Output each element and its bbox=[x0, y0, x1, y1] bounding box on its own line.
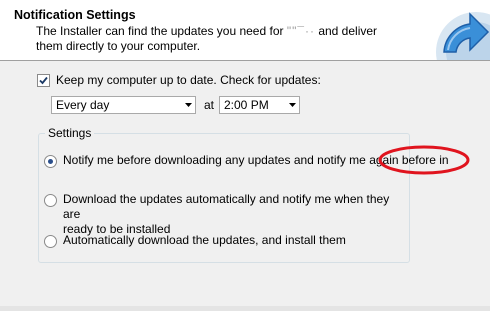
redacted-product-name: ""¯·· bbox=[286, 24, 315, 38]
notify-radio[interactable] bbox=[44, 155, 57, 168]
download-auto-radio[interactable] bbox=[44, 194, 57, 207]
page-title: Notification Settings bbox=[14, 8, 136, 22]
checkmark-icon bbox=[39, 76, 48, 84]
chevron-down-icon bbox=[285, 103, 299, 107]
keep-updated-row: Keep my computer up to date. Check for u… bbox=[37, 72, 321, 88]
header-description: The Installer can find the updates you n… bbox=[36, 24, 416, 54]
bottom-edge bbox=[0, 306, 490, 311]
red-annotation-ellipse bbox=[378, 145, 470, 175]
settings-group-title: Settings bbox=[45, 126, 95, 140]
time-dropdown[interactable]: 2:00 PM bbox=[219, 96, 300, 114]
keep-updated-label: Keep my computer up to date. Check for u… bbox=[56, 73, 321, 87]
chevron-down-icon bbox=[181, 103, 195, 107]
at-label: at bbox=[204, 98, 215, 112]
description-line2: them directly to your computer. bbox=[36, 39, 201, 53]
frequency-dropdown[interactable]: Every day bbox=[51, 96, 196, 114]
option-auto-install[interactable]: Automatically download the updates, and … bbox=[44, 233, 404, 248]
download-auto-label-line1: Download the updates automatically and n… bbox=[63, 192, 390, 221]
description-suffix: and deliver bbox=[318, 24, 378, 38]
update-arrow-icon bbox=[436, 12, 490, 60]
download-auto-label: Download the updates automatically and n… bbox=[63, 192, 404, 237]
option-download-automatically[interactable]: Download the updates automatically and n… bbox=[44, 192, 404, 237]
description-prefix: The Installer can find the updates you n… bbox=[36, 24, 284, 38]
auto-install-label: Automatically download the updates, and … bbox=[63, 233, 346, 247]
time-value: 2:00 PM bbox=[224, 98, 269, 112]
radio-selected-dot bbox=[48, 159, 53, 164]
frequency-value: Every day bbox=[56, 98, 110, 112]
header-banner: Notification Settings The Installer can … bbox=[0, 0, 490, 60]
auto-install-radio[interactable] bbox=[44, 235, 57, 248]
keep-updated-checkbox[interactable] bbox=[37, 73, 50, 87]
